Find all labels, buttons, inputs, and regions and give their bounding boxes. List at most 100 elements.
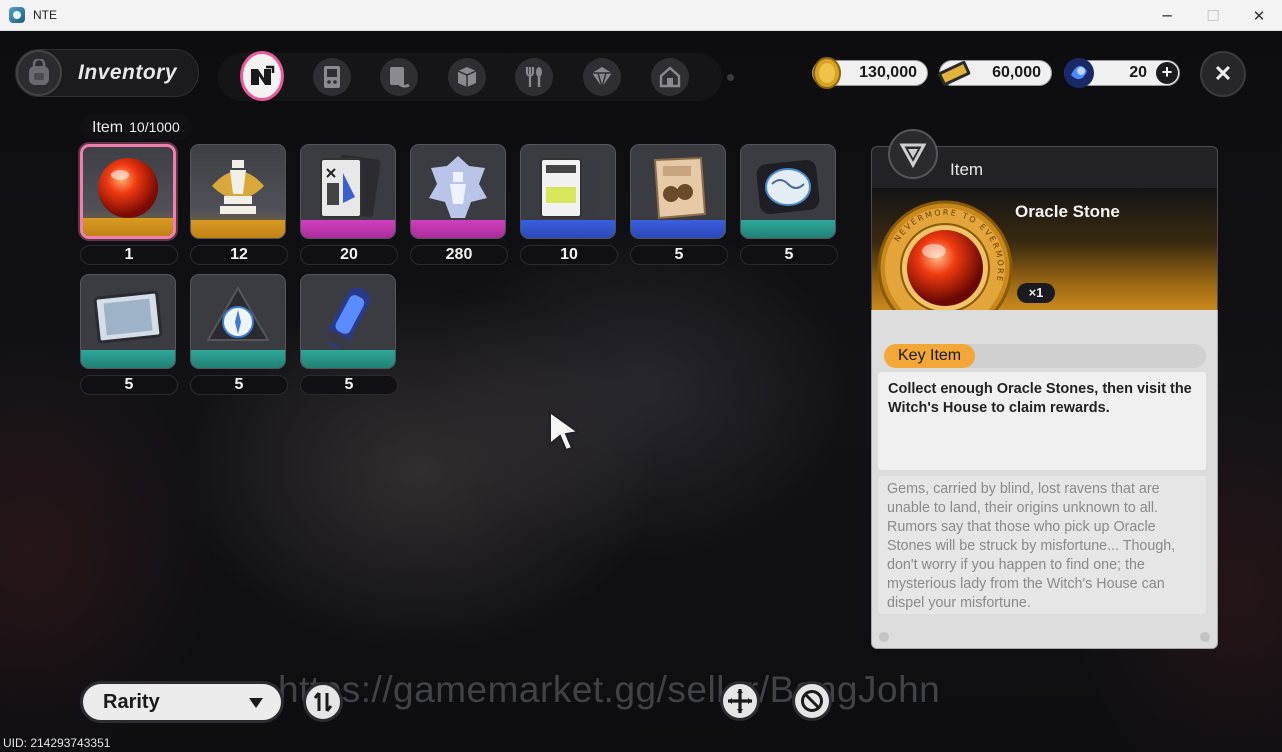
tab-parts[interactable] [580,55,624,99]
item-card[interactable] [520,144,616,239]
chess-piece-icon [212,159,264,214]
fork-spoon-icon [515,58,553,96]
item-quantity: 280 [410,245,508,265]
rarity-strip [81,350,175,368]
item-quantity: 5 [630,245,728,265]
item-card[interactable] [80,274,176,369]
tab-gadgets[interactable] [310,55,354,99]
page-title: Inventory [78,61,178,84]
sort-order-icon [313,692,333,712]
item-quantity: 5 [740,245,838,265]
backpack-icon [16,50,62,96]
item-section-label: Item [92,119,124,136]
blue-crystal-icon [1064,58,1094,88]
item-slot[interactable]: 12 [190,144,288,266]
window-titlebar: NTE ─ ☐ ✕ [0,0,1282,31]
compass-icon [206,285,270,341]
tab-materials[interactable] [445,55,489,99]
sort-dropdown-label: Rarity [103,690,160,713]
app-icon [9,7,25,23]
sort-order-button[interactable] [303,682,343,722]
currency-ticket[interactable]: 60,000 [938,60,1052,86]
item-quantity: 5 [300,375,398,395]
tab-documents[interactable] [377,55,421,99]
item-card[interactable] [740,144,836,239]
snack-bag-icon [653,156,707,219]
detail-type-label: Item [950,160,984,179]
locate-button[interactable] [720,681,760,721]
ticket-icon [938,60,971,86]
panel-corner-dot [879,632,889,642]
item-slot[interactable]: 5 [740,144,838,266]
item-card[interactable] [630,144,726,239]
detail-hero: NEVERMORE TO EVERMORE Oracle Stone ×1 [871,188,1218,336]
house-icon [651,58,689,96]
detail-description: Collect enough Oracle Stones, then visit… [878,372,1206,470]
game-viewport: Inventory 130,000 60,000 20 + ✕ Item 10/… [0,31,1282,752]
gold-coin-icon [813,57,841,89]
rarity-strip [521,220,615,238]
item-quantity: 5 [80,375,178,395]
currency-crystal[interactable]: 20 + [1064,58,1180,88]
item-card[interactable] [80,144,176,239]
tabs-end-dot [727,74,734,81]
item-quantity: 12 [190,245,288,265]
card-deck-icon [540,157,600,218]
gold-amount: 130,000 [859,64,917,81]
item-quantity: 1 [80,245,178,265]
rarity-strip [301,220,395,238]
key-item-tag: Key Item [884,344,1206,368]
item-type-badge-icon [888,129,938,179]
rarity-strip [301,350,395,368]
document-icon [380,58,418,96]
crosshair-icon [728,689,752,713]
maximize-button[interactable]: ☐ [1190,0,1236,31]
item-quantity: 20 [300,245,398,265]
panel-corner-dot [1200,632,1210,642]
close-inventory-button[interactable]: ✕ [1200,51,1246,97]
watermark-text: https://gamemarket.gg/seller/BangJohn [278,669,941,710]
map-device-icon [756,159,820,214]
rarity-strip [631,220,725,238]
rarity-strip [411,220,505,238]
detail-item-name: Oracle Stone [1015,202,1120,221]
item-card[interactable] [410,144,506,239]
item-card[interactable] [300,144,396,239]
item-card[interactable] [190,144,286,239]
minimize-button[interactable]: ─ [1144,0,1190,31]
item-slot[interactable]: 10 [520,144,618,266]
item-slot[interactable]: 5 [80,274,178,396]
item-slot[interactable]: 280 [410,144,508,266]
rarity-strip [191,350,285,368]
inventory-header: Inventory [15,49,199,97]
detail-item-quantity: ×1 [1017,283,1055,303]
crystal-amount: 20 [1129,64,1147,81]
category-tabs [218,51,722,101]
tab-food[interactable] [512,55,556,99]
n-logo-icon [240,51,284,101]
currency-gold[interactable]: 130,000 [812,57,928,89]
tab-housing[interactable] [648,55,692,99]
window-close-button[interactable]: ✕ [1236,0,1282,31]
item-card[interactable] [300,274,396,369]
canister-icon [325,287,371,349]
item-detail-panel: Item NEVERMORE TO EVERMORE Oracle Stone … [871,129,1218,649]
sort-dropdown[interactable]: Rarity [80,681,284,723]
item-slot[interactable]: 5 [190,274,288,396]
prohibit-icon [801,690,823,712]
window-controls: ─ ☐ ✕ [1144,0,1282,31]
handheld-console-icon [313,58,351,96]
photo-frame-icon [93,290,163,344]
tab-featured[interactable] [240,51,284,101]
detail-lore: Gems, carried by blind, lost ravens that… [878,476,1206,614]
add-crystal-button[interactable]: + [1156,62,1178,84]
hide-button[interactable] [792,681,832,721]
item-card[interactable] [190,274,286,369]
item-quantity: 5 [190,375,288,395]
document-card-icon [320,154,381,218]
item-slot[interactable]: 5 [630,144,728,266]
item-slot[interactable]: 5 [300,274,398,396]
key-item-label: Key Item [884,344,976,368]
item-slot[interactable]: 1 [80,144,178,266]
item-slot[interactable]: 20 [300,144,398,266]
